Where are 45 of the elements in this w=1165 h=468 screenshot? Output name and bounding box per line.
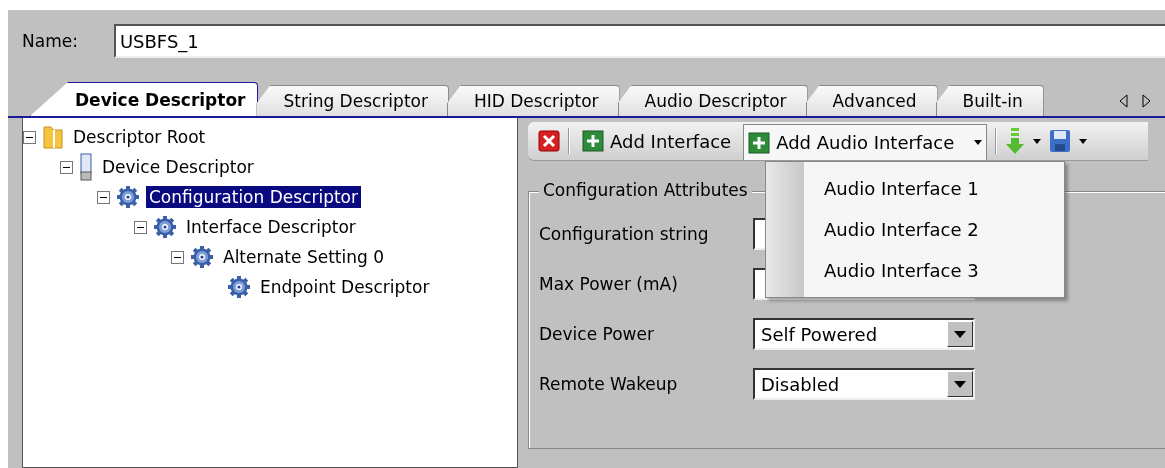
tab[interactable]: Advanced: [805, 85, 938, 116]
tab[interactable]: HID Descriptor: [446, 85, 620, 116]
tree-item[interactable]: Device Descriptor: [99, 156, 257, 178]
tab[interactable]: Device Descriptor: [30, 82, 259, 116]
tree-item[interactable]: Descriptor Root: [70, 126, 209, 148]
name-field[interactable]: USBFS_1: [113, 24, 1165, 58]
collapse-toggle[interactable]: [134, 220, 147, 234]
tree-item[interactable]: Alternate Setting 0: [220, 246, 387, 268]
field-label: Device Power: [539, 324, 655, 344]
folder-icon: [42, 124, 64, 150]
gear-icon: [116, 185, 140, 209]
usb-device-icon: [79, 153, 93, 181]
tab[interactable]: Audio Descriptor: [617, 85, 808, 116]
plus-icon: [748, 131, 771, 154]
group-title: Configuration Attributes: [539, 180, 752, 200]
plus-icon: [582, 130, 604, 152]
tab[interactable]: Built-in: [935, 85, 1044, 116]
field-label: Remote Wakeup: [539, 374, 679, 394]
caret-icon[interactable]: [1033, 138, 1042, 144]
menu-item[interactable]: Audio Interface 2: [804, 209, 1064, 250]
menu-item[interactable]: Audio Interface 3: [804, 250, 1064, 291]
dropdown-field[interactable]: Self Powered: [753, 318, 975, 350]
tree-item[interactable]: Endpoint Descriptor: [257, 276, 433, 298]
add-audio-interface-button[interactable]: Add Audio Interface: [743, 124, 988, 160]
scroll-left-icon[interactable]: [1119, 94, 1128, 108]
collapse-toggle[interactable]: [60, 160, 73, 174]
caret-icon[interactable]: [1079, 138, 1088, 144]
field-label: Configuration string: [539, 224, 710, 244]
save-icon[interactable]: [1049, 129, 1072, 153]
gear-icon: [153, 215, 177, 239]
gear-icon: [227, 275, 251, 299]
add-interface-button[interactable]: Add Interface: [578, 125, 736, 157]
delete-icon[interactable]: [538, 130, 560, 152]
tree-item[interactable]: Interface Descriptor: [183, 216, 359, 238]
scroll-right-icon[interactable]: [1142, 94, 1151, 108]
tab[interactable]: String Descriptor: [256, 85, 449, 116]
collapse-toggle[interactable]: [97, 190, 110, 204]
collapse-toggle[interactable]: [23, 130, 36, 144]
name-label: Name:: [22, 31, 78, 51]
collapse-toggle[interactable]: [171, 250, 184, 264]
tree-item[interactable]: Configuration Descriptor: [146, 186, 361, 208]
menu-item[interactable]: Audio Interface 1: [804, 168, 1064, 209]
gear-icon: [190, 245, 214, 269]
dropdown-field[interactable]: Disabled: [753, 368, 975, 400]
field-label: Max Power (mA): [539, 274, 679, 294]
